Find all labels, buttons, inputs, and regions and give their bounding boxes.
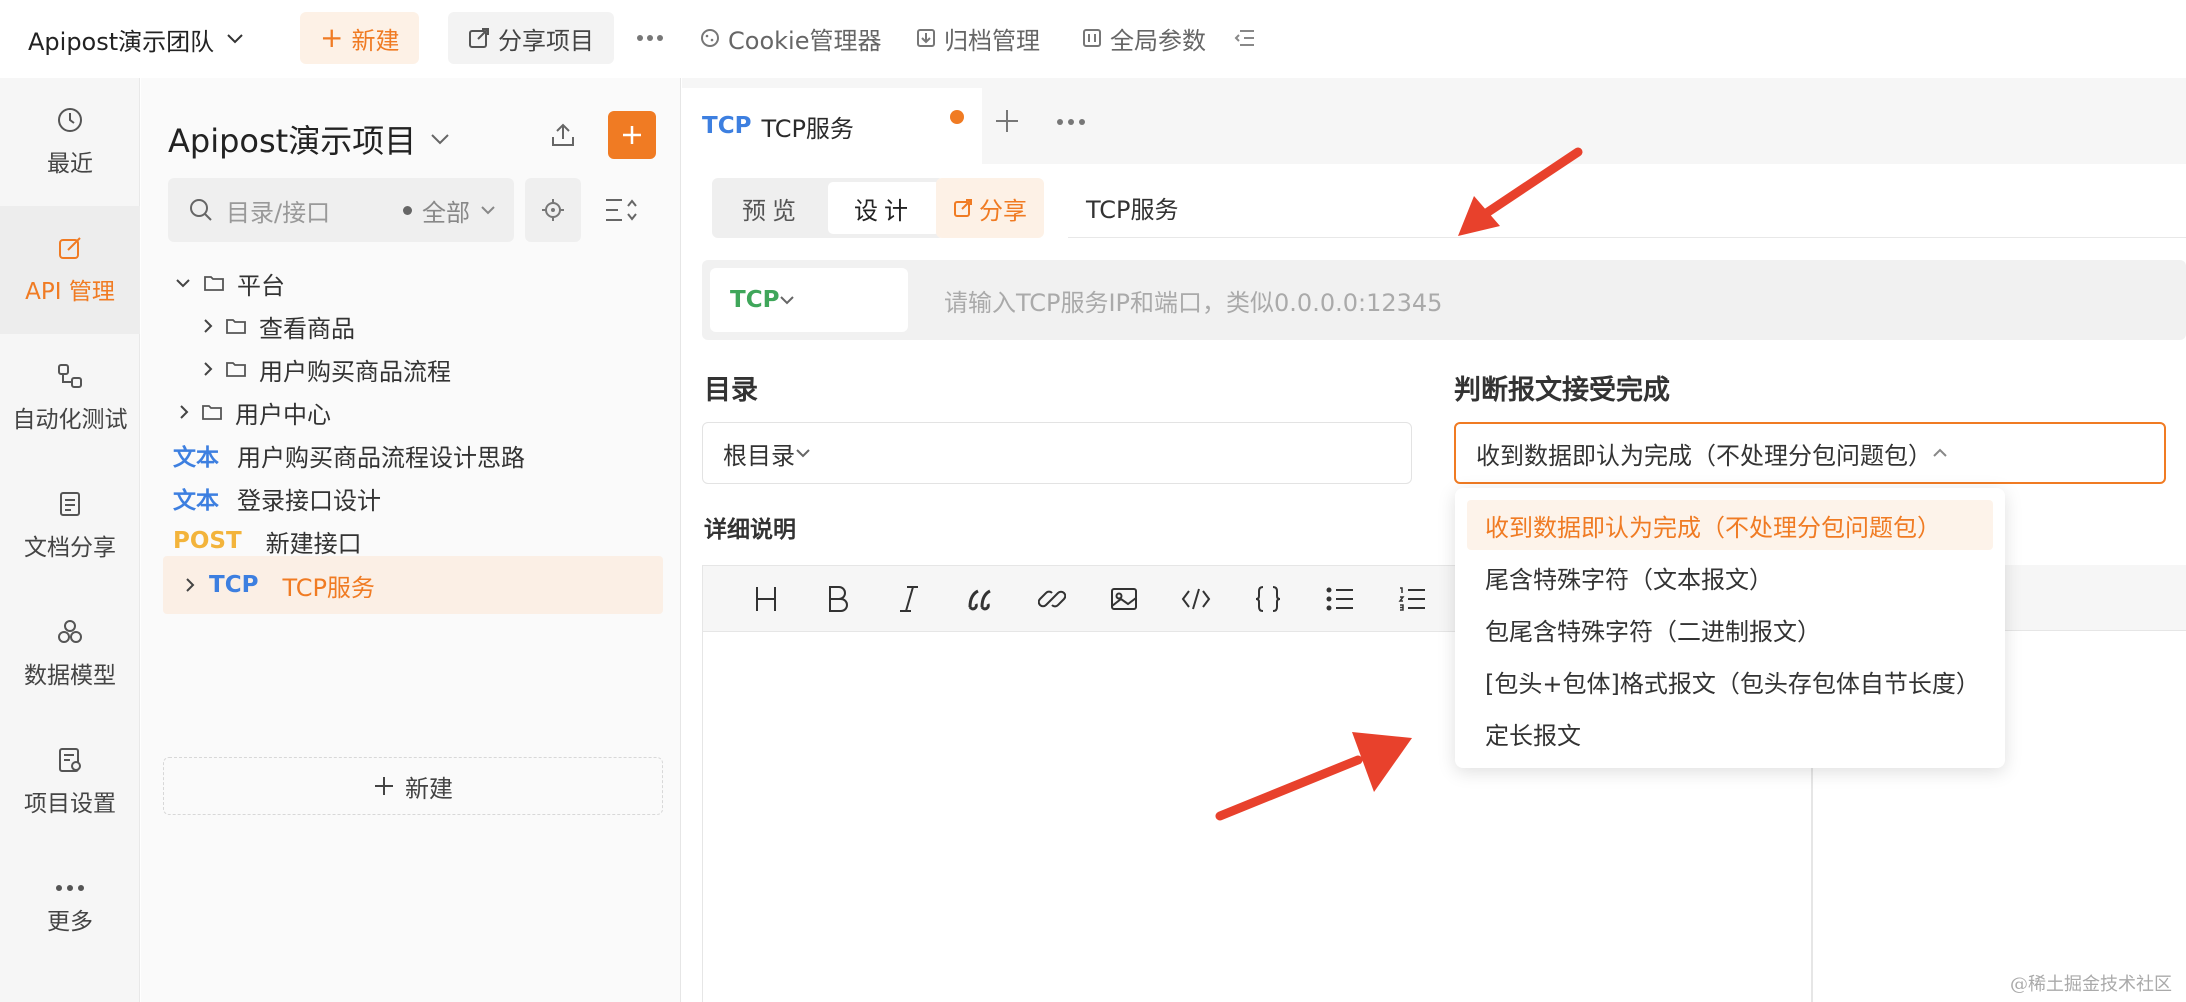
arrow-annotation-top xyxy=(1458,147,1583,236)
watermark: @稀土掘金技术社区 xyxy=(2010,974,2172,995)
arrow-annotation-bottom xyxy=(1215,732,1412,821)
annotation-arrows xyxy=(1215,147,1583,821)
